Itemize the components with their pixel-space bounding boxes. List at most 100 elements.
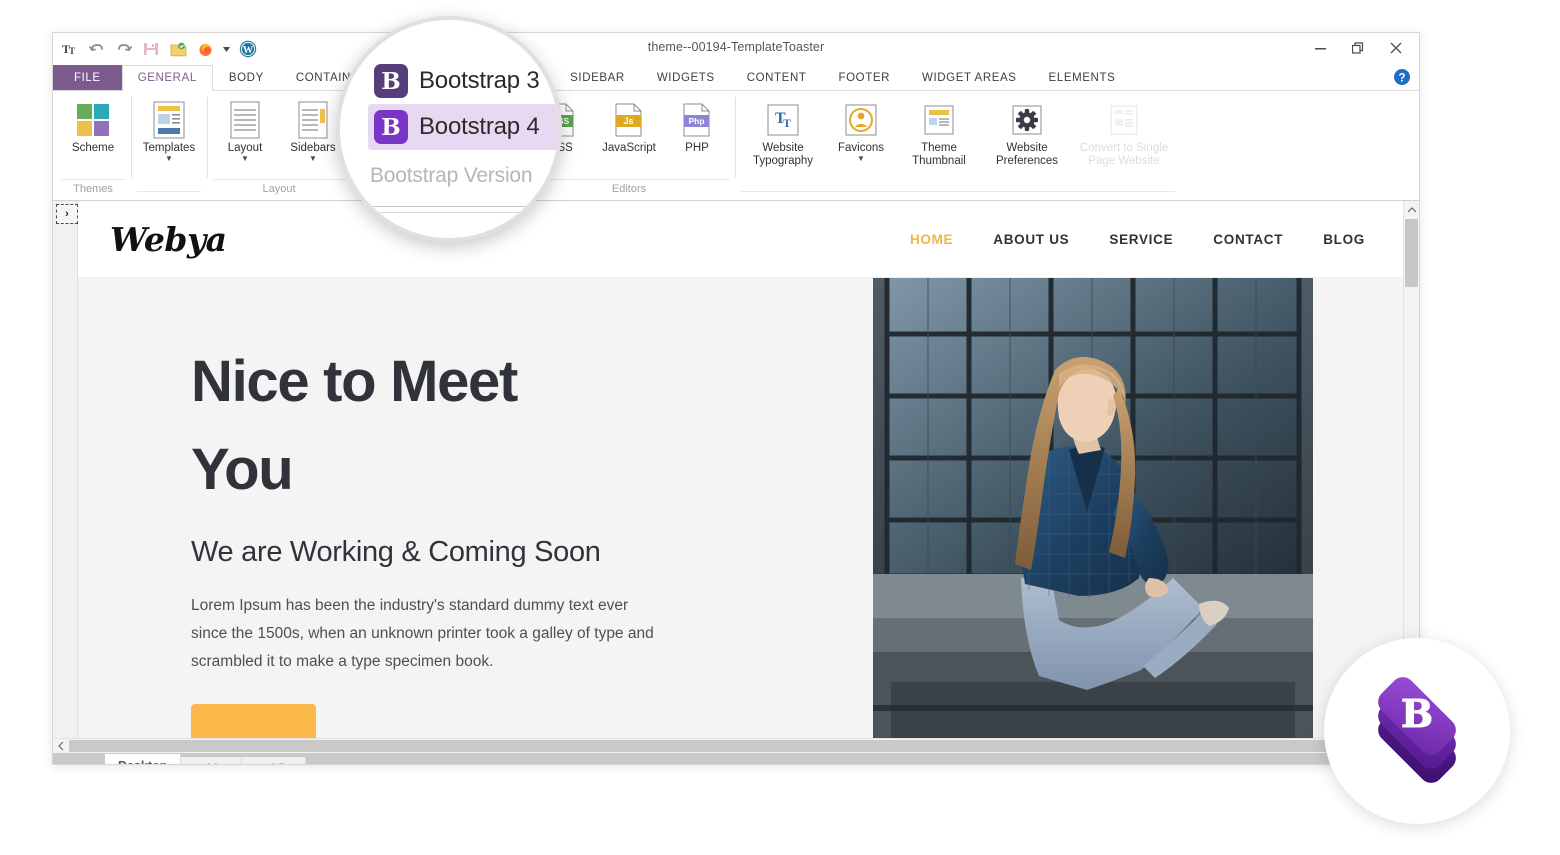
bootstrap-4-option[interactable]: B Bootstrap 4 xyxy=(368,104,558,150)
ribbon-tab-elements[interactable]: ELEMENTS xyxy=(1033,65,1132,90)
magnifier-divider xyxy=(366,206,540,207)
window-controls xyxy=(1301,35,1415,61)
ribbon-group-layout: Layout ▼ Sidebars ▼ Layout xyxy=(207,91,351,200)
magnifier-callout: B Bootstrap 3 B Bootstrap 4 Bootstrap Ve… xyxy=(336,16,562,242)
svg-text:?: ? xyxy=(1398,72,1405,84)
ribbon-group-label-editors: Editors xyxy=(529,179,729,200)
layout-button[interactable]: Layout ▼ xyxy=(211,96,279,163)
website-preview: Webya HOME ABOUT US SERVICE CONTACT BLOG… xyxy=(78,201,1403,738)
favicons-button[interactable]: Favicons ▼ xyxy=(827,96,895,163)
ribbon-group-label-themes: Themes xyxy=(61,179,125,200)
ribbon-tab-content[interactable]: CONTENT xyxy=(731,65,823,90)
restore-button[interactable] xyxy=(1339,35,1377,61)
hero-content: Nice to Meet You We are Working & Coming… xyxy=(78,278,888,738)
device-tab-desktop[interactable]: Desktop xyxy=(105,754,181,765)
convert-single-page-button[interactable]: Convert to Single Page Website xyxy=(1071,96,1177,169)
hero-heading[interactable]: Nice to Meet You xyxy=(191,338,621,514)
chevron-down-icon[interactable]: ▼ xyxy=(165,156,173,162)
ribbon-toolbar: Scheme Themes Templates ▼ xyxy=(53,91,1419,201)
site-header: Webya HOME ABOUT US SERVICE CONTACT BLOG xyxy=(78,201,1403,278)
ribbon-tab-strip: FILE GENERAL BODY CONTAINER SIDEBAR WIDG… xyxy=(53,65,1419,91)
color-scheme-icon xyxy=(75,101,111,139)
javascript-label: JavaScript xyxy=(602,142,656,155)
ribbon-tab-widget-areas[interactable]: WIDGET AREAS xyxy=(906,65,1033,90)
ribbon-tab-general[interactable]: GENERAL xyxy=(122,65,213,91)
ribbon-group-label-layout: Layout xyxy=(213,179,345,200)
nav-item-contact[interactable]: CONTACT xyxy=(1213,232,1283,247)
close-button[interactable] xyxy=(1377,35,1415,61)
svg-text:T: T xyxy=(783,116,791,130)
svg-text:Js: Js xyxy=(623,116,633,126)
ribbon-tab-widgets[interactable]: WIDGETS xyxy=(641,65,731,90)
bootstrap-version-menu: B Bootstrap 3 B Bootstrap 4 Bootstrap Ve… xyxy=(340,20,558,238)
theme-thumbnail-label: Theme Thumbnail xyxy=(898,142,980,168)
hero-section: Nice to Meet You We are Working & Coming… xyxy=(78,278,1403,738)
design-canvas: › Webya HOME ABOUT US SERVICE CONTACT BL… xyxy=(53,201,1419,738)
website-preferences-button[interactable]: Website Preferences xyxy=(983,96,1071,169)
javascript-button[interactable]: Js JavaScript xyxy=(595,96,663,156)
scheme-button[interactable]: Scheme xyxy=(59,96,127,156)
website-typography-label: Website Typography xyxy=(742,142,824,168)
ribbon-group-themes: Scheme Themes xyxy=(55,91,131,200)
bootstrap-3-label: Bootstrap 3 xyxy=(419,67,540,95)
ribbon-tab-footer[interactable]: FOOTER xyxy=(822,65,906,90)
js-file-icon: Js xyxy=(614,101,644,139)
chevron-down-icon[interactable]: ▼ xyxy=(857,156,865,162)
bootstrap-4-logo-icon: B xyxy=(1351,665,1483,797)
nav-item-blog[interactable]: BLOG xyxy=(1323,232,1365,247)
hero-subheading[interactable]: We are Working & Coming Soon xyxy=(191,536,888,569)
php-file-icon: Php xyxy=(682,101,712,139)
ribbon-tab-sidebar[interactable]: SIDEBAR xyxy=(554,65,641,90)
svg-text:B: B xyxy=(1401,691,1433,736)
hero-image[interactable] xyxy=(873,278,1313,738)
nav-item-home[interactable]: HOME xyxy=(910,232,953,247)
ribbon-group-label-site-tools xyxy=(741,191,1175,200)
hero-paragraph[interactable]: Lorem Ipsum has been the industry's stan… xyxy=(191,592,661,676)
svg-text:Php: Php xyxy=(688,116,704,126)
bootstrap-version-group-label: Bootstrap Version xyxy=(370,164,532,188)
device-tab-mobile[interactable]: Mobile xyxy=(242,757,306,765)
horizontal-scroll-thumb[interactable] xyxy=(69,740,1359,752)
scroll-up-button[interactable] xyxy=(1404,201,1420,218)
bootstrap-4-logo-badge: B xyxy=(1324,638,1510,824)
chevron-down-icon[interactable]: ▼ xyxy=(241,156,249,162)
scroll-left-button[interactable] xyxy=(53,739,69,754)
left-gutter: › xyxy=(53,201,78,738)
templates-button[interactable]: Templates ▼ xyxy=(135,96,203,163)
device-tab-tablet[interactable]: Tablet xyxy=(181,757,241,765)
website-preferences-label: Website Preferences xyxy=(986,142,1068,168)
site-logo[interactable]: Webya xyxy=(110,220,227,259)
theme-thumbnail-button[interactable]: Theme Thumbnail xyxy=(895,96,983,169)
bootstrap-3-badge-icon: B xyxy=(374,64,408,98)
ribbon-group-label-templates xyxy=(137,191,201,200)
help-icon[interactable]: ? xyxy=(1393,68,1411,86)
ribbon-group-templates: Templates ▼ xyxy=(131,91,207,200)
convert-single-page-label: Convert to Single Page Website xyxy=(1074,142,1174,168)
ribbon-tab-file[interactable]: FILE xyxy=(53,65,122,90)
layout-icon xyxy=(229,101,261,139)
gear-icon xyxy=(1010,101,1044,139)
chevron-down-icon[interactable]: ▼ xyxy=(309,156,317,162)
website-typography-icon: TT xyxy=(766,101,800,139)
templates-icon xyxy=(152,101,186,139)
php-button[interactable]: Php PHP xyxy=(663,96,731,156)
vertical-scroll-thumb[interactable] xyxy=(1405,219,1418,287)
canvas-horizontal-scrollbar[interactable] xyxy=(53,738,1419,753)
php-label: PHP xyxy=(685,142,709,155)
bootstrap-4-badge-icon: B xyxy=(374,110,408,144)
bootstrap-3-option[interactable]: B Bootstrap 3 xyxy=(368,58,558,104)
magnifier-divider-2 xyxy=(366,212,540,213)
bootstrap-4-label: Bootstrap 4 xyxy=(419,113,540,141)
screenshot-root: TT xyxy=(0,0,1560,855)
nav-item-about-us[interactable]: ABOUT US xyxy=(993,232,1069,247)
convert-single-page-icon xyxy=(1107,101,1141,139)
expand-panel-button[interactable]: › xyxy=(56,204,78,224)
nav-item-service[interactable]: SERVICE xyxy=(1109,232,1173,247)
title-bar: TT xyxy=(53,33,1419,65)
hero-cta-button[interactable] xyxy=(191,704,316,738)
ribbon-group-site-tools: TT Website Typography Favicons ▼ xyxy=(735,91,1181,200)
scheme-label: Scheme xyxy=(72,142,114,155)
website-typography-button[interactable]: TT Website Typography xyxy=(739,96,827,169)
ribbon-tab-body[interactable]: BODY xyxy=(213,65,280,90)
minimize-button[interactable] xyxy=(1301,35,1339,61)
